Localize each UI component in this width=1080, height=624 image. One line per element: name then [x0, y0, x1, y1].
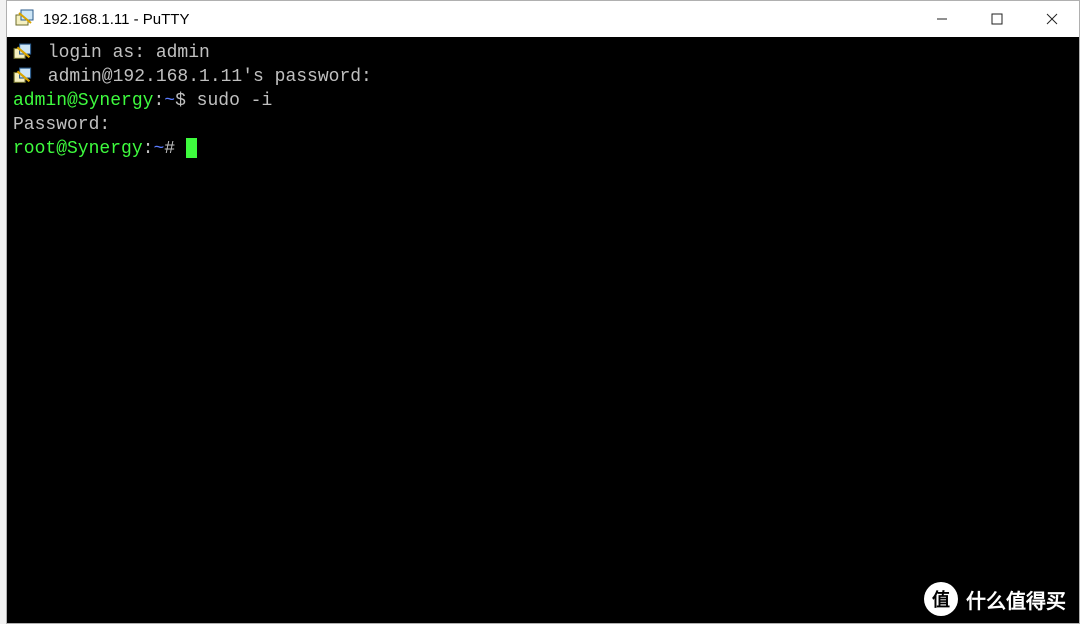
terminal-line: login as: admin [13, 41, 1073, 65]
putty-line-icon [13, 43, 35, 61]
window-controls [914, 1, 1079, 37]
terminal-text: root@Synergy [13, 139, 143, 159]
maximize-button[interactable] [969, 1, 1024, 37]
terminal-line: admin@Synergy:~$ sudo -i [13, 89, 1073, 113]
minimize-button[interactable] [914, 1, 969, 37]
terminal-area[interactable]: login as: admin admin@192.168.1.11's pas… [7, 37, 1079, 623]
putty-app-icon [15, 9, 35, 29]
terminal-text: login as: admin [37, 43, 210, 63]
terminal-text: # [164, 139, 186, 159]
terminal-text: Password: [13, 115, 110, 135]
terminal-text: ~ [153, 139, 164, 159]
terminal-text: ~ [164, 91, 175, 111]
terminal-cursor [186, 138, 197, 158]
terminal-line: Password: [13, 113, 1073, 137]
terminal-text: admin@192.168.1.11's password: [37, 67, 372, 87]
window-title: 192.168.1.11 - PuTTY [43, 11, 914, 28]
terminal-text: $ sudo -i [175, 91, 272, 111]
close-button[interactable] [1024, 1, 1079, 37]
terminal-text: : [143, 139, 154, 159]
terminal-text: : [153, 91, 164, 111]
titlebar[interactable]: 192.168.1.11 - PuTTY [7, 1, 1079, 37]
terminal-line: admin@192.168.1.11's password: [13, 65, 1073, 89]
putty-window: 192.168.1.11 - PuTTY login as: admin adm… [6, 0, 1080, 624]
putty-line-icon [13, 67, 35, 85]
terminal-text: admin@Synergy [13, 91, 153, 111]
terminal-line: root@Synergy:~# [13, 137, 1073, 161]
